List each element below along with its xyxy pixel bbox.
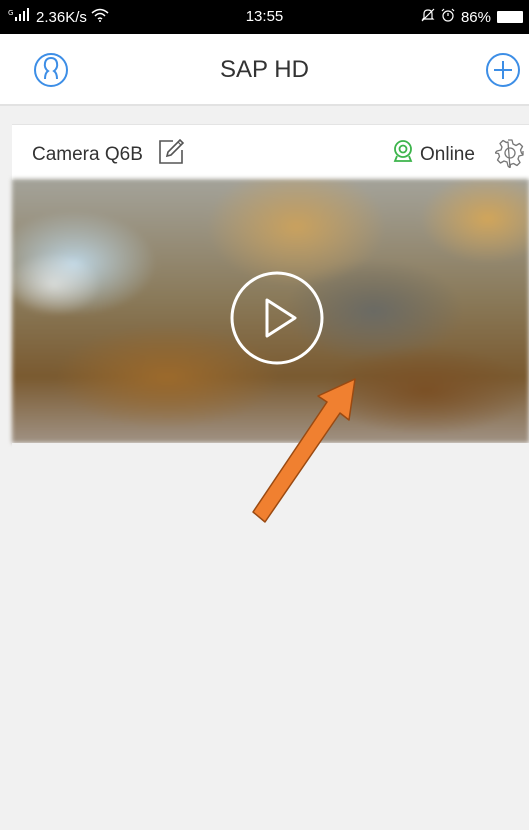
alarm-icon	[441, 8, 455, 26]
empty-area	[12, 443, 529, 830]
app-header: SAP HD	[0, 34, 529, 106]
battery-level: 86%	[460, 8, 491, 26]
camera-status: Online	[392, 139, 475, 170]
camera-card-header: Camera Q6B Online	[12, 124, 529, 180]
status-bar: G 2.36K/s 13:55 86%	[0, 0, 529, 34]
mute-icon	[421, 8, 435, 26]
battery-icon	[497, 11, 523, 23]
edit-icon[interactable]	[157, 138, 185, 166]
gear-icon[interactable]	[494, 138, 525, 169]
status-text: Online	[420, 143, 475, 165]
play-icon[interactable]	[229, 270, 325, 366]
page-title: SAP HD	[220, 56, 309, 83]
camera-card: Camera Q6B Online	[12, 124, 529, 830]
app-screen: G 2.36K/s 13:55 86% SAP HD Camera Q6B On…	[0, 0, 529, 830]
status-right: 86%	[421, 8, 523, 26]
webcam-icon	[392, 139, 414, 170]
add-icon[interactable]	[485, 52, 521, 88]
camera-name: Camera Q6B	[32, 144, 143, 165]
